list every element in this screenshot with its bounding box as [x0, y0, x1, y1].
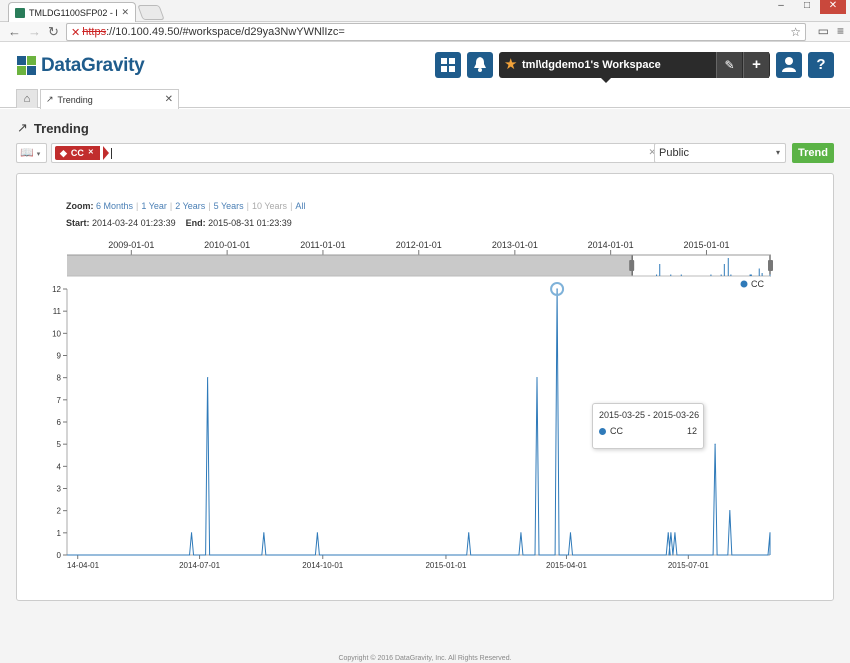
forward-icon[interactable]: →: [28, 24, 41, 40]
edit-workspace-button[interactable]: ✎: [716, 52, 742, 78]
start-value: 2014-03-24 01:23:39: [92, 218, 176, 228]
zoom-separator: |: [246, 201, 250, 211]
search-tag-label: CC: [70, 148, 84, 158]
logo[interactable]: DataGravity: [17, 55, 145, 77]
cast-icon[interactable]: ▭: [818, 24, 829, 38]
search-input[interactable]: ◆ CC ✕ ✕: [51, 143, 662, 163]
browser-tabstrip: TMLDG1100SFP02 - DataG ✕ – □ ✕: [0, 0, 850, 22]
zoom-option-1-year[interactable]: 1 Year: [141, 201, 167, 211]
user-icon: [782, 57, 796, 72]
add-workspace-button[interactable]: +: [743, 52, 769, 78]
zoom-option-6-months[interactable]: 6 Months: [96, 201, 133, 211]
close-icon[interactable]: ✕: [121, 7, 129, 18]
bookmark-star-icon[interactable]: ☆: [790, 25, 801, 39]
tag-icon: ◆: [60, 148, 67, 158]
remove-tag-icon[interactable]: ✕: [88, 146, 94, 160]
pencil-icon: ✎: [724, 58, 735, 72]
browser-tab[interactable]: TMLDG1100SFP02 - DataG ✕: [8, 2, 136, 22]
app-header: DataGravity ★ tml\dgdemo1's Workspace ✎ …: [0, 43, 850, 89]
select-caret-icon: ▾: [775, 148, 780, 157]
chart-panel: Zoom: 6 Months | 1 Year | 2 Years | 5 Years | 10…: [16, 173, 834, 601]
search-row: 📖 ▾ ◆ CC ✕ ✕ Public ▾ Trend: [16, 143, 834, 163]
visibility-value: Public: [659, 147, 689, 159]
workspace-selector[interactable]: ★ tml\dgdemo1's Workspace ✎ +: [499, 52, 770, 83]
reload-icon[interactable]: ↻: [48, 24, 59, 40]
tag-arrow: [103, 146, 109, 160]
search-tag[interactable]: ◆ CC ✕: [55, 146, 100, 160]
workspace-name: tml\dgdemo1's Workspace: [522, 59, 661, 71]
star-icon: ★: [504, 56, 518, 73]
home-tab[interactable]: ⌂: [16, 89, 38, 108]
zoom-separator: |: [290, 201, 293, 211]
window-controls: – □ ✕: [768, 0, 846, 14]
zoom-separator: |: [136, 201, 139, 211]
trend-chart-icon: ↗: [17, 120, 28, 135]
app-tabs: ⌂ ↗ Trending ✕: [0, 89, 850, 109]
close-tab-icon[interactable]: ✕: [165, 94, 173, 105]
logo-mark-icon: [17, 56, 37, 76]
menu-icon[interactable]: ≡: [837, 24, 844, 38]
url-text: ://10.100.49.50/#workspace/d29ya3NwYWNlI…: [106, 26, 345, 38]
plus-icon: +: [752, 56, 761, 73]
maximize-icon[interactable]: □: [794, 0, 820, 14]
tab-trending-label: Trending: [57, 94, 93, 105]
help-icon: ?: [816, 56, 826, 73]
tooltip-series-name: CC: [610, 426, 623, 436]
chart-tooltip: 2015-03-25 - 2015-03-26 CC 12: [592, 403, 704, 449]
footer: Copyright © 2016 DataGravity, Inc. All R…: [338, 655, 512, 662]
notifications-button[interactable]: [467, 52, 493, 78]
address-bar[interactable]: ✕ https ://10.100.49.50/#workspace/d29ya…: [66, 23, 806, 41]
trend-line-icon: ↗: [46, 94, 54, 104]
saved-searches-button[interactable]: 📖 ▾: [16, 143, 47, 163]
trend-button[interactable]: Trend: [792, 143, 834, 163]
browser-actions: ▭ ≡: [818, 24, 844, 38]
text-cursor: [111, 148, 112, 159]
zoom-option-5-years[interactable]: 5 Years: [214, 201, 244, 211]
zoom-separator: |: [208, 201, 211, 211]
window-close-icon[interactable]: ✕: [820, 0, 846, 14]
zoom-option-all[interactable]: All: [295, 201, 305, 211]
grid-icon: [441, 58, 455, 72]
browser-tab-title: TMLDG1100SFP02 - DataG: [29, 7, 117, 18]
tooltip-title: 2015-03-25 - 2015-03-26: [599, 410, 700, 420]
zoom-options: 6 Months | 1 Year | 2 Years | 5 Years | 10 Years…: [96, 201, 305, 211]
zoom-controls: Zoom: 6 Months | 1 Year | 2 Years | 5 Years | 10…: [66, 201, 305, 211]
visibility-select[interactable]: Public ▾: [654, 143, 786, 163]
url-scheme: https: [82, 26, 107, 38]
dashboard-grid-button[interactable]: [435, 52, 461, 78]
page-title-text: Trending: [33, 120, 89, 136]
end-value: 2015-08-31 01:23:39: [208, 218, 292, 228]
tooltip-series-dot: [599, 428, 606, 435]
bell-icon: [474, 57, 486, 72]
browser-toolbar: ← → ↻ ✕ https ://10.100.49.50/#workspace…: [0, 22, 850, 42]
zoom-option-10-years: 10 Years: [252, 201, 288, 211]
date-range: Start: 2014-03-24 01:23:39 End: 2015-08-…: [66, 218, 292, 228]
page-title: ↗ Trending: [17, 120, 89, 136]
zoom-separator: |: [169, 201, 173, 211]
help-button[interactable]: ?: [808, 52, 834, 78]
zoom-label: Zoom:: [66, 201, 94, 211]
end-label: End:: [185, 218, 206, 228]
tab-trending[interactable]: ↗ Trending ✕: [40, 89, 179, 109]
book-icon: 📖: [20, 147, 34, 159]
insecure-lock-icon: ✕: [71, 26, 81, 39]
logo-text: DataGravity: [41, 55, 145, 76]
chevron-down-icon: ▾: [36, 151, 41, 158]
tooltip-value: 12: [686, 426, 697, 436]
home-icon: ⌂: [23, 93, 31, 105]
new-tab-button[interactable]: [137, 5, 165, 20]
zoom-option-2-years[interactable]: 2 Years: [175, 201, 205, 211]
minimize-icon[interactable]: –: [768, 0, 794, 14]
user-button[interactable]: [776, 52, 802, 78]
workspace-caret-icon: [601, 78, 611, 83]
start-label: Start:: [66, 218, 90, 228]
favicon-icon: [15, 7, 25, 18]
back-icon[interactable]: ←: [8, 24, 21, 40]
